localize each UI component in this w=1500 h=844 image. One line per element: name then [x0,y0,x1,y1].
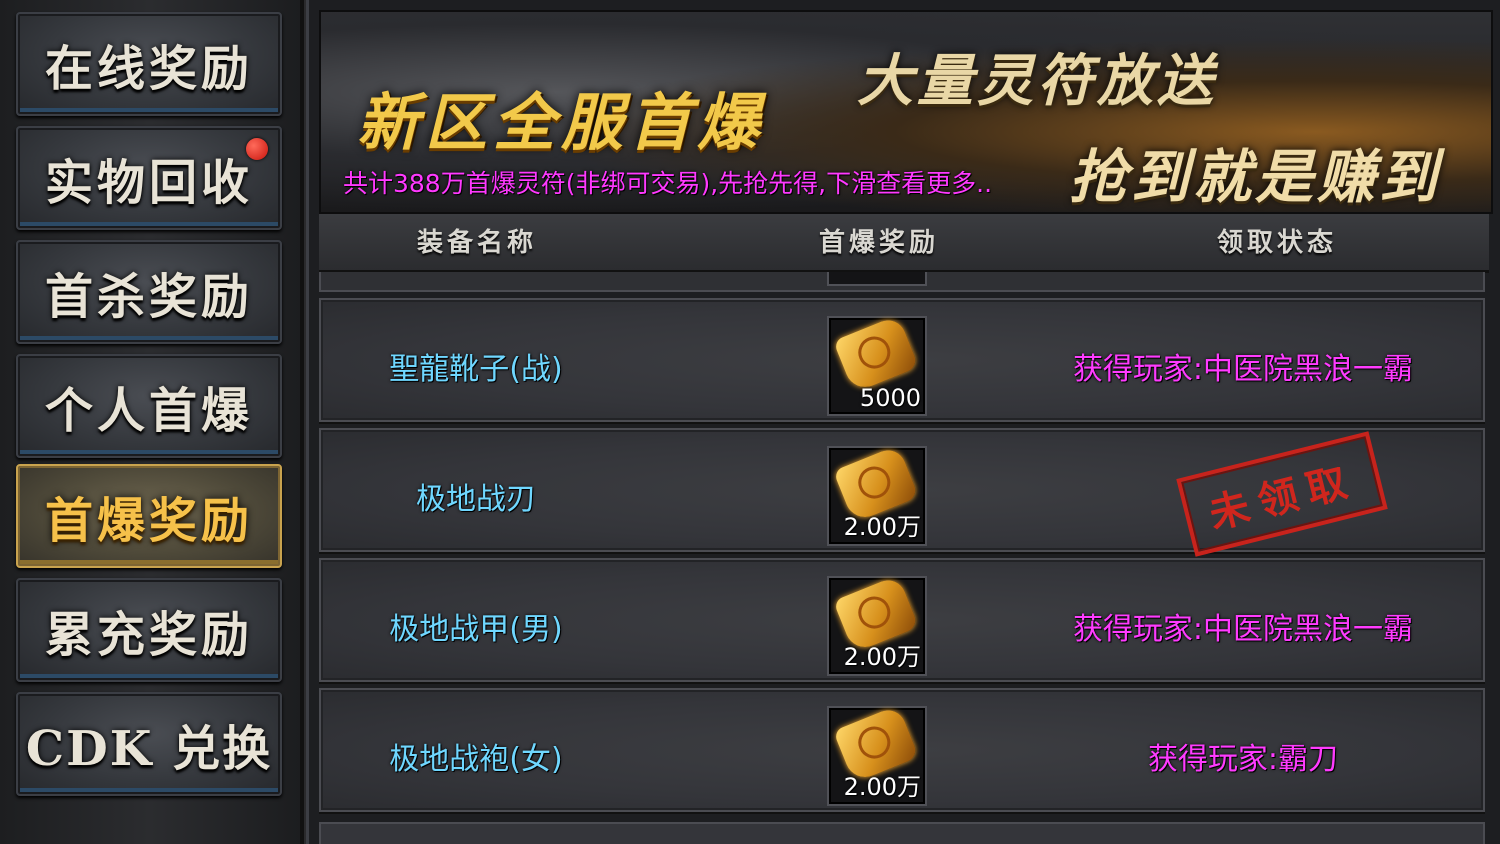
reward-slot [827,272,927,286]
sidebar-item-label: 个人首爆 [44,383,253,439]
reward-amount: 2.00万 [843,643,921,671]
sidebar-item-label: 在线奖励 [44,41,253,97]
sidebar-item-label: 累充奖励 [44,607,253,663]
sidebar-item-label: CDK 兑换 [25,721,273,777]
unclaimed-stamp: 未领取 [1176,431,1388,557]
promo-banner: 新区全服首爆 大量灵符放送 抢到就是赚到 共计388万首爆灵符(非绑可交易),先… [319,10,1493,214]
equipment-name: 极地战刃 [416,482,536,517]
sidebar-item-first-drop-reward[interactable]: 首爆奖励 [16,464,282,568]
list-item-partial [319,272,1485,292]
sidebar-item-online-reward[interactable]: 在线奖励 [16,12,282,116]
sidebar-item-label: 首杀奖励 [44,269,253,325]
reward-amount: 5000 [859,384,921,412]
equipment-name: 极地战甲(男) [389,612,563,647]
claim-status: 获得玩家:中医院黑浪一霸 [1072,612,1414,647]
sidebar-item-label: 首爆奖励 [44,493,253,549]
equipment-name: 极地战袍(女) [389,742,563,777]
banner-slogan-bottom: 抢到就是赚到 [1069,143,1442,211]
column-header-equipment: 装备名称 [417,228,538,258]
column-header-reward: 首爆奖励 [819,228,940,258]
sidebar-item-recharge-reward[interactable]: 累充奖励 [16,578,282,682]
sidebar-item-personal-first-drop[interactable]: 个人首爆 [16,354,282,458]
reward-slot[interactable]: 2.00万 [827,574,927,676]
reward-list[interactable]: 聖龍靴子(战) 5000 获得玩家:中医院黑浪一霸 极地战刃 2.00万 未领取… [319,272,1489,844]
main-panel: 新区全服首爆 大量灵符放送 抢到就是赚到 共计388万首爆灵符(非绑可交易),先… [306,0,1500,844]
banner-headline: 新区全服首爆 [357,86,766,159]
sidebar-item-first-kill-reward[interactable]: 首杀奖励 [16,240,282,344]
table-header: 装备名称 首爆奖励 领取状态 [319,214,1489,273]
reward-slot[interactable]: 5000 [827,314,927,416]
sidebar-item-item-recycle[interactable]: 实物回收 [16,126,282,230]
sidebar-item-label: 实物回收 [44,155,253,211]
reward-amount: 2.00万 [843,773,921,801]
table-row: 极地战甲(男) 2.00万 获得玩家:中医院黑浪一霸 [319,558,1485,682]
banner-note: 共计388万首爆灵符(非绑可交易),先抢先得,下滑查看更多.. [343,169,993,198]
sidebar: 在线奖励 实物回收 首杀奖励 个人首爆 首爆奖励 累充奖励 CDK 兑换 [0,0,304,844]
table-row: 极地战刃 2.00万 未领取 [319,428,1485,557]
talisman-scroll-icon [833,314,919,394]
banner-slogan-top: 大量灵符放送 [857,48,1217,114]
list-item-partial [319,822,1485,844]
sidebar-item-cdk-redeem[interactable]: CDK 兑换 [16,692,282,796]
reward-slot[interactable]: 2.00万 [827,444,927,546]
claim-status: 获得玩家:中医院黑浪一霸 [1072,352,1414,387]
table-row: 聖龍靴子(战) 5000 获得玩家:中医院黑浪一霸 [319,298,1485,422]
table-row: 极地战袍(女) 2.00万 获得玩家:霸刀 [319,688,1485,812]
column-header-status: 领取状态 [1217,228,1338,258]
equipment-name: 聖龍靴子(战) [389,352,563,387]
claim-status: 获得玩家:霸刀 [1147,742,1339,777]
reward-amount: 2.00万 [843,513,921,541]
stamp-label: 未领取 [1204,456,1362,539]
reward-slot[interactable]: 2.00万 [827,704,927,806]
notification-dot-icon [246,138,268,160]
